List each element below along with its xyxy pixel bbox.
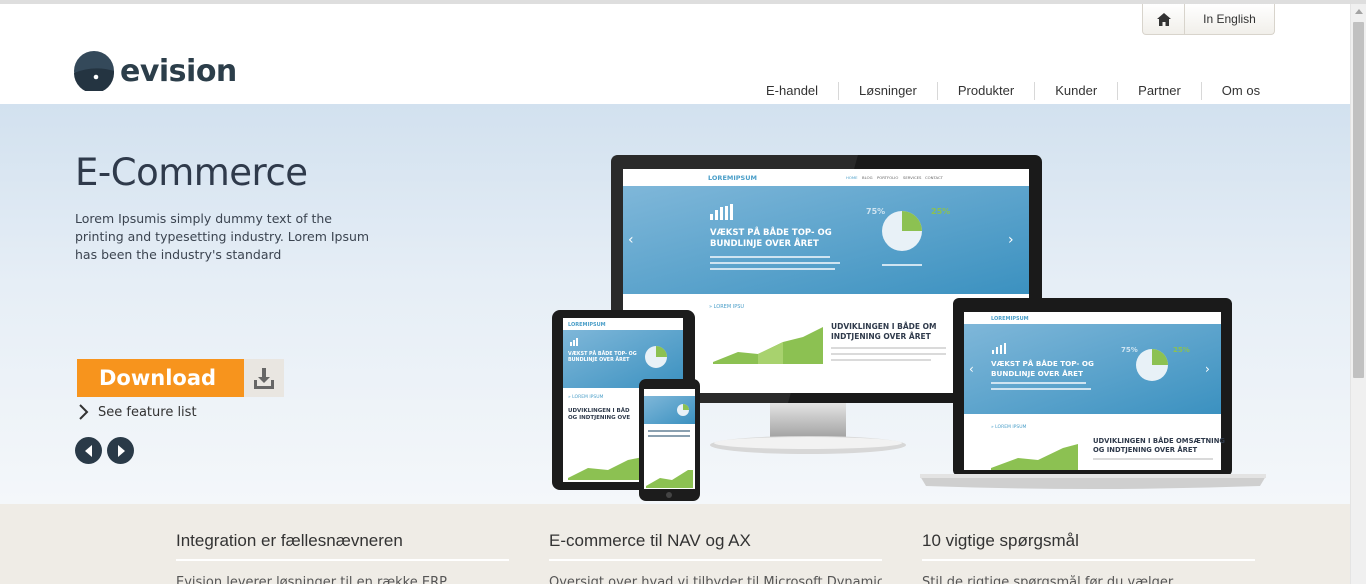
laptop-next-arrow-icon: › xyxy=(1205,362,1210,376)
site-header: In English evision E-handel Løsninger Pr… xyxy=(0,4,1350,104)
column-10-questions: 10 vigtige spørgsmål Stil de rigtige spø… xyxy=(922,531,1255,584)
slider-prev-button[interactable] xyxy=(75,437,102,464)
nav-item-produkter[interactable]: Produkter xyxy=(938,82,1036,100)
mock-section-label: » LOREM IPSU xyxy=(709,304,744,310)
mock-pct-right: 25% xyxy=(931,207,950,216)
laptop-mockup: LOREMIPSUM ‹ › VÆKST PÅ BÅDE TOP- OG BUN… xyxy=(920,298,1266,489)
arrow-left-icon xyxy=(84,444,92,457)
laptop-brand: LOREMIPSUM xyxy=(991,316,1029,322)
laptop-prev-arrow-icon: ‹ xyxy=(969,362,974,376)
column-text: Oversigt over hvad vi tilbyder til Micro… xyxy=(549,575,882,584)
mock-menu-contact: CONTACT xyxy=(925,175,944,180)
logo[interactable]: evision xyxy=(74,51,237,91)
logo-mark-icon xyxy=(74,51,114,91)
column-text: Stil de rigtige spørgsmål før du vælger xyxy=(922,575,1174,584)
column-text: Evision leverer løsninger til en række E… xyxy=(176,575,447,584)
nav-item-losninger[interactable]: Løsninger xyxy=(839,82,938,100)
hero-slider: E-Commerce Lorem Ipsumis simply dummy te… xyxy=(0,104,1350,504)
tablet-headline-2: BUNDLINJE OVER ÅRET xyxy=(568,356,630,363)
tablet-sub-2: OG INDTJENING OVE xyxy=(568,415,630,421)
nav-item-om-os[interactable]: Om os xyxy=(1202,82,1280,100)
tablet-brand: LOREMIPSUM xyxy=(568,322,606,328)
mock-prev-arrow-icon: ‹ xyxy=(628,232,634,248)
mock-menu-services: SERVICES xyxy=(903,175,922,180)
tablet-sub-1: UDVIKLINGEN I BÅD xyxy=(568,407,630,414)
slider-next-button[interactable] xyxy=(107,437,134,464)
tablet-section-label: » LOREM IPSUM xyxy=(568,394,604,400)
vertical-scrollbar[interactable] xyxy=(1350,4,1366,584)
logo-text: evision xyxy=(120,53,237,89)
arrow-right-icon xyxy=(117,444,125,457)
english-language-link[interactable]: In English xyxy=(1185,12,1274,26)
main-nav: E-handel Løsninger Produkter Kunder Part… xyxy=(746,82,1280,100)
laptop-sub-2: OG INDTJENING OVER ÅRET xyxy=(1093,445,1197,454)
mock-sub-headline-1: UDVIKLINGEN I BÅDE OM xyxy=(831,322,936,331)
mock-menu-portfolio: PORTFOLIO xyxy=(877,175,898,180)
column-title[interactable]: E-commerce til NAV og AX xyxy=(549,531,882,561)
mock-menu-home: HOME xyxy=(846,175,858,180)
mock-pct-left: 75% xyxy=(866,207,885,216)
home-button[interactable] xyxy=(1143,4,1185,34)
mock-sub-headline-2: INDTJENING OVER ÅRET xyxy=(831,332,932,341)
nav-item-partner[interactable]: Partner xyxy=(1118,82,1202,100)
column-integration: Integration er fællesnævneren Evision le… xyxy=(176,531,509,584)
laptop-pct-left: 75% xyxy=(1121,346,1138,354)
tablet-headline-1: VÆKST PÅ BÅDE TOP- OG xyxy=(568,350,637,357)
download-icon xyxy=(254,368,274,389)
home-icon xyxy=(1156,12,1171,26)
language-bar: In English xyxy=(1142,4,1275,35)
chevron-right-icon xyxy=(79,404,89,420)
laptop-sub-1: UDVIKLINGEN I BÅDE OMSÆTNING xyxy=(1093,436,1225,445)
mock-brand: LOREMIPSUM xyxy=(708,174,757,182)
responsive-devices-illustration: LOREMIPSUM HOME BLOG PORTFOLIO SERVICES … xyxy=(552,155,1266,501)
download-icon-button[interactable] xyxy=(244,359,284,397)
hero-title: E-Commerce xyxy=(75,151,308,194)
scroll-thumb[interactable] xyxy=(1353,22,1364,378)
laptop-section-label: » LOREM IPSUM xyxy=(991,424,1027,430)
laptop-pct-right: 25% xyxy=(1173,346,1190,354)
column-title[interactable]: 10 vigtige spørgsmål xyxy=(922,531,1255,561)
mock-menu-blog: BLOG xyxy=(862,175,873,180)
laptop-headline-2: BUNDLINJE OVER ÅRET xyxy=(991,369,1083,378)
download-button-label: Download xyxy=(99,366,217,390)
see-feature-list-link[interactable]: See feature list xyxy=(78,404,197,420)
column-title[interactable]: Integration er fællesnævneren xyxy=(176,531,509,561)
feature-columns: Integration er fællesnævneren Evision le… xyxy=(0,504,1350,584)
download-button[interactable]: Download xyxy=(77,359,244,397)
nav-item-kunder[interactable]: Kunder xyxy=(1035,82,1119,100)
phone-mockup xyxy=(639,379,700,501)
hero-description: Lorem Ipsumis simply dummy text of the p… xyxy=(75,211,370,262)
mock-next-arrow-icon: › xyxy=(1008,232,1014,248)
scroll-up-arrow-icon[interactable] xyxy=(1355,9,1363,14)
mock-headline-1: VÆKST PÅ BÅDE TOP- OG xyxy=(710,227,832,238)
mock-headline-2: BUNDLINJE OVER ÅRET xyxy=(710,238,819,249)
see-feature-list-label: See feature list xyxy=(98,404,197,420)
nav-item-e-handel[interactable]: E-handel xyxy=(746,82,840,100)
laptop-headline-1: VÆKST PÅ BÅDE TOP- OG xyxy=(991,359,1094,368)
column-ecommerce-nav-ax: E-commerce til NAV og AX Oversigt over h… xyxy=(549,531,882,584)
